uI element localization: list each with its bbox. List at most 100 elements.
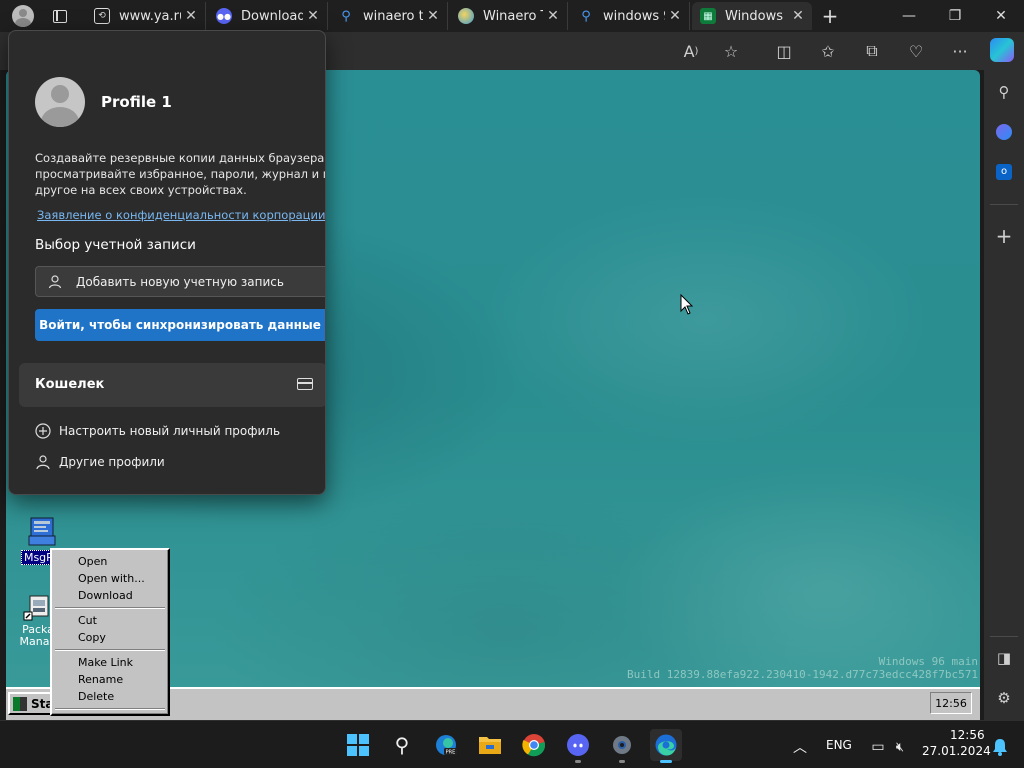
tab-actions-icon (53, 9, 67, 23)
hide-sidebar-icon[interactable]: ◨ (992, 646, 1016, 670)
restore-button[interactable]: ❐ (932, 0, 978, 32)
tab-title: Download (241, 8, 303, 24)
favorites-icon[interactable]: ✩ (816, 40, 840, 62)
svg-text:PRE: PRE (446, 750, 456, 756)
msgroom-icon (26, 516, 58, 548)
chrome-icon[interactable] (518, 729, 550, 761)
clock-time[interactable]: 12:56 (950, 728, 985, 742)
tab-search-windows[interactable]: ⚲ windows 9 ✕ (570, 2, 690, 30)
show-hidden-icons-chevron-icon[interactable]: ︿ (784, 731, 816, 763)
tab-actions-button[interactable] (45, 2, 75, 30)
context-menu: Open Open with... Download Cut Copy Make… (50, 548, 170, 716)
setup-profile-label: Настроить новый личный профиль (59, 424, 281, 438)
menu-item-download[interactable]: Download (54, 587, 166, 604)
settings-icon[interactable] (606, 729, 638, 763)
running-indicator (575, 760, 581, 763)
close-tab-icon[interactable]: ✕ (543, 6, 563, 26)
menu-item-copy[interactable]: Copy (54, 629, 166, 646)
copilot-icon[interactable] (990, 38, 1014, 62)
sync-description-line: другое на всех своих устройствах. (35, 183, 247, 197)
edge-icon[interactable] (650, 729, 682, 763)
menu-separator (54, 646, 166, 654)
add-account-button[interactable]: Добавить новую учетную запись (35, 266, 325, 297)
account-heading: Выбор учетной записи (35, 237, 196, 253)
profiles-icon (35, 454, 51, 470)
browser-essentials-icon[interactable]: ♡ (904, 40, 928, 62)
profile-button[interactable] (8, 2, 38, 30)
edge-sidebar: ⚲ o + ◨ ⚙ (984, 70, 1024, 720)
discord-icon[interactable] (562, 729, 594, 763)
windows96-icon: ▦ (700, 8, 716, 24)
person-icon (48, 275, 62, 289)
minimize-button[interactable]: — (886, 0, 932, 32)
sidebar-divider (990, 204, 1018, 205)
tab-title: windows 9 (603, 8, 665, 24)
copilot-sidebar-icon[interactable] (992, 120, 1016, 144)
sidebar-divider (990, 636, 1018, 637)
volume-muted-icon[interactable]: 🔇︎ (884, 731, 916, 763)
new-tab-button[interactable]: + (816, 2, 844, 30)
read-aloud-icon[interactable]: A) (679, 40, 703, 62)
win96-clock: 12:56 (930, 692, 972, 714)
add-account-label: Добавить новую учетную запись (76, 274, 284, 289)
profile-avatar (35, 77, 85, 127)
os-taskbar: ⚲ PRE ︿ ENG ▭ 🔇︎ 12:56 27.01.2024 (0, 720, 1024, 768)
close-window-button[interactable]: ✕ (978, 0, 1024, 32)
other-profiles-label: Другие профили (59, 455, 165, 469)
profile-avatar-icon (12, 5, 34, 27)
search-icon[interactable]: ⚲ (386, 729, 418, 761)
sidebar-settings-icon[interactable]: ⚙ (992, 686, 1016, 710)
start-icon[interactable] (342, 729, 374, 761)
wallet-row[interactable]: Кошелек (19, 363, 325, 407)
build-string: Build 12839.88efa922.230410-1942.d77c73e… (627, 668, 978, 681)
setup-new-profile-button[interactable]: Настроить новый личный профиль (35, 423, 280, 439)
menu-item-delete[interactable]: Delete (54, 688, 166, 705)
wallet-label: Кошелек (35, 377, 105, 392)
collections-icon[interactable]: ⧉ (860, 40, 884, 62)
close-tab-icon[interactable]: ✕ (423, 6, 443, 26)
sync-description-line: Создавайте резервные копии данных браузе… (35, 151, 326, 165)
menu-item-rename[interactable]: Rename (54, 671, 166, 688)
sign-in-sync-button[interactable]: Войти, чтобы синхронизировать данные (35, 309, 325, 341)
tab-winaero[interactable]: Winaero T ✕ (450, 2, 568, 30)
edge-beta-icon[interactable]: PRE (430, 729, 462, 761)
build-name: Windows 96 main (878, 655, 978, 668)
menu-separator (54, 604, 166, 612)
clock-date[interactable]: 27.01.2024 (922, 744, 991, 758)
search-icon: ⚲ (581, 8, 591, 24)
menu-item-make-link[interactable]: Make Link (54, 654, 166, 671)
menu-item-open-with[interactable]: Open with... (54, 570, 166, 587)
favorite-star-icon[interactable]: ☆ (719, 40, 743, 62)
tab-search-winaero[interactable]: ⚲ winaero tw ✕ (330, 2, 448, 30)
privacy-statement-link[interactable]: Заявление о конфиденциальности корпораци… (37, 208, 325, 222)
discord-icon: ●● (216, 8, 232, 24)
more-menu-icon[interactable]: ··· (948, 40, 972, 62)
close-tab-icon[interactable]: ✕ (181, 6, 201, 26)
search-icon[interactable]: ⚲ (992, 80, 1016, 104)
outlook-icon[interactable]: o (992, 160, 1016, 184)
browser-titlebar: ⟲ www.ya.ru ✕ ●● Download ✕ ⚲ winaero tw… (0, 0, 1024, 32)
tab-windows96[interactable]: ▦ Windows 9 ✕ (692, 2, 812, 30)
split-screen-icon[interactable]: ◫ (772, 40, 796, 62)
tab-title: Windows 9 (725, 8, 788, 24)
close-tab-icon[interactable]: ✕ (303, 6, 323, 26)
profile-flyout: Profile 1 Создавайте резервные копии дан… (8, 30, 326, 495)
tab-title: www.ya.ru (119, 8, 181, 24)
menu-item-open[interactable]: Open (54, 553, 166, 570)
other-profiles-button[interactable]: Другие профили (35, 454, 165, 470)
profile-name: Profile 1 (101, 93, 172, 111)
tab-title: Winaero T (483, 8, 543, 24)
menu-item-cut[interactable]: Cut (54, 612, 166, 629)
tab-download[interactable]: ●● Download ✕ (208, 2, 328, 30)
file-explorer-icon[interactable] (474, 729, 506, 761)
search-icon: ⚲ (341, 8, 351, 24)
mouse-cursor-icon (680, 294, 694, 315)
add-circle-icon (35, 423, 51, 439)
add-sidebar-app-icon[interactable]: + (992, 224, 1016, 248)
running-indicator (660, 760, 672, 763)
close-tab-icon[interactable]: ✕ (788, 6, 808, 26)
tab-ya[interactable]: ⟲ www.ya.ru ✕ (86, 2, 206, 30)
close-tab-icon[interactable]: ✕ (665, 6, 685, 26)
language-indicator[interactable]: ENG (826, 738, 852, 752)
notifications-bell-icon[interactable] (984, 731, 1016, 763)
